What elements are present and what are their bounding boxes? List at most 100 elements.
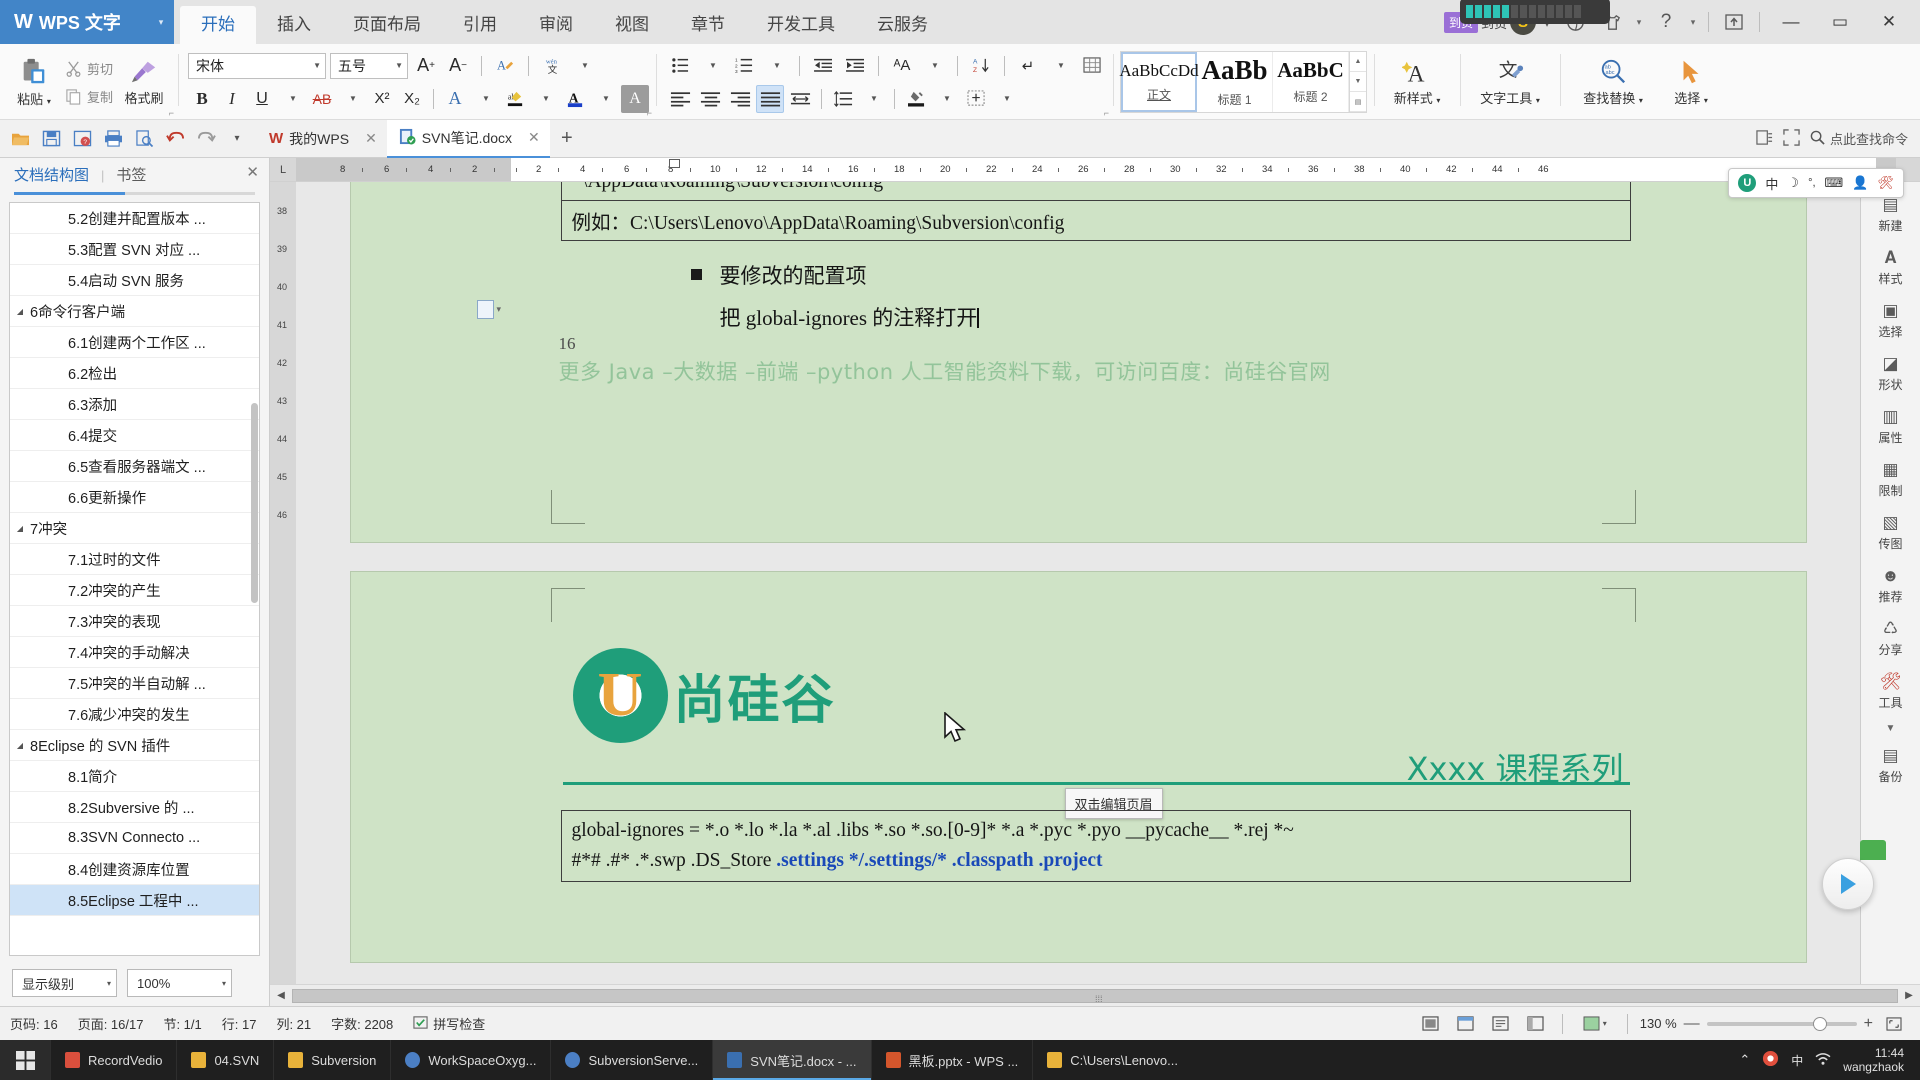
document-canvas[interactable]: ~\AppData\Roaming\Subversion\config 例如：C…	[296, 182, 1860, 984]
zoom-slider-handle[interactable]	[1812, 1016, 1827, 1031]
close-button[interactable]: ✕	[1866, 0, 1912, 44]
document-page-16[interactable]: ~\AppData\Roaming\Subversion\config 例如：C…	[350, 182, 1806, 542]
app-logo[interactable]: W WPS 文字	[0, 0, 148, 44]
outline-item[interactable]: 6.5查看服务器端文 ...	[10, 451, 259, 482]
highlight-color-icon[interactable]: ab	[501, 85, 529, 113]
paste-button[interactable]: 粘贴 ▾	[7, 49, 61, 115]
outline-item[interactable]: ◢ 8Eclipse 的 SVN 插件	[10, 730, 259, 761]
ribbon-tab-review[interactable]: 审阅	[518, 6, 594, 44]
outline-item[interactable]: 6.4提交	[10, 420, 259, 451]
hscroll-thumb[interactable]: ⁞⁞⁞	[292, 988, 1898, 1004]
text-outline-button[interactable]: A	[441, 85, 469, 113]
outline-item[interactable]: 8.3SVN Connecto ...	[10, 823, 259, 854]
media-tab-icon[interactable]	[1860, 840, 1886, 860]
redo-icon[interactable]	[192, 125, 220, 153]
bold-button[interactable]: B	[188, 85, 216, 113]
highlight-caret-icon[interactable]: ▼	[531, 85, 559, 113]
style-heading-1[interactable]: AaBb 标题 1	[1197, 52, 1274, 112]
close-icon[interactable]: ✕	[246, 163, 259, 181]
ime-tray-label[interactable]: 中	[1791, 1052, 1803, 1069]
outline-item[interactable]: 7.3冲突的表现	[10, 606, 259, 637]
ribbon-tab-home[interactable]: 开始	[180, 6, 256, 44]
bullets-caret-icon[interactable]: ▼	[698, 52, 726, 80]
strikethrough-button[interactable]: AB	[308, 85, 336, 113]
underline-caret-icon[interactable]: ▼	[278, 85, 306, 113]
text-outline-caret-icon[interactable]: ▼	[471, 85, 499, 113]
find-replace-button[interactable]: ab abc 查找替换 ▾	[1567, 49, 1659, 115]
ime-mode-label[interactable]: 中	[1765, 174, 1778, 193]
save-icon[interactable]	[37, 125, 65, 153]
font-name-combo[interactable]: 宋体 ▼	[188, 52, 327, 79]
example-path-box[interactable]: 例如：C:\Users\Lenovo\AppData\Roaming\Subve…	[560, 200, 1631, 241]
shrink-font-button[interactable]: A −	[444, 52, 472, 80]
taskbar-item[interactable]: 04.SVN	[176, 1040, 273, 1080]
outline-item[interactable]: 5.3配置 SVN 对应 ...	[10, 234, 259, 265]
document-page-17[interactable]: 尚硅谷 Xxxx 课程系列 双击编辑页眉 global-ignores = *.…	[350, 572, 1806, 962]
outline-item[interactable]: 6.3添加	[10, 389, 259, 420]
text-tools-button[interactable]: 文 文字工具 ▾	[1467, 49, 1553, 115]
show-marks-caret-icon[interactable]: ▼	[1046, 52, 1074, 80]
taskpane-upload-image[interactable]: ▧ 传图	[1862, 506, 1920, 559]
taskpane-select[interactable]: ▣ 选择	[1862, 294, 1920, 347]
outline-list[interactable]: 5.2创建并配置版本 ... 5.3配置 SVN 对应 ... 5.4启动 SV…	[9, 202, 260, 956]
outline-item[interactable]: 6.1创建两个工作区 ...	[10, 327, 259, 358]
character-shading-button[interactable]: A	[621, 84, 650, 113]
floating-notification-badge[interactable]	[1460, 0, 1610, 24]
align-justify-icon[interactable]	[756, 84, 785, 113]
ribbon-tab-developer[interactable]: 开发工具	[746, 6, 856, 44]
outline-item[interactable]: 7.6减少冲突的发生	[10, 699, 259, 730]
display-level-combo[interactable]: 显示级别 ▾	[12, 969, 117, 997]
hscroll-right-icon[interactable]: ▶	[1898, 985, 1920, 1007]
outline-item[interactable]: 6.2检出	[10, 358, 259, 389]
ribbon-tab-view[interactable]: 视图	[594, 6, 670, 44]
clear-format-icon[interactable]: A	[491, 52, 519, 80]
style-scroll-down-icon[interactable]: ▼	[1350, 72, 1367, 92]
outline-scrollbar-thumb[interactable]	[251, 403, 258, 603]
pinyin-char-caret-icon[interactable]: ▼	[920, 52, 948, 80]
underline-button[interactable]: U	[248, 85, 276, 113]
taskbar-item[interactable]: C:\Users\Lenovo...	[1032, 1040, 1192, 1080]
ribbon-tab-page-layout[interactable]: 页面布局	[332, 6, 442, 44]
ribbon-tab-references[interactable]: 引用	[442, 6, 518, 44]
keyboard-icon[interactable]: ⌨	[1825, 175, 1844, 191]
nav-tab-bookmarks[interactable]: 书签	[116, 164, 146, 187]
browser-icon[interactable]	[1762, 1050, 1779, 1070]
taskbar-item[interactable]: SubversionServe...	[550, 1040, 712, 1080]
taskpane-tools[interactable]: 🛠 工具	[1862, 665, 1920, 718]
font-size-combo[interactable]: 五号 ▼	[330, 52, 409, 79]
borders-caret-icon[interactable]: ▼	[992, 85, 1020, 113]
font-color-caret-icon[interactable]: ▼	[591, 85, 619, 113]
outline-item-selected[interactable]: 8.5Eclipse 工程中 ...	[10, 885, 259, 916]
taskbar-item[interactable]: Subversion	[273, 1040, 390, 1080]
taskpane-shapes[interactable]: ◪ 形状	[1862, 347, 1920, 400]
shirt-caret-icon[interactable]: ▾	[1632, 5, 1646, 39]
doc-tab-svn-notes-close[interactable]: ✕	[528, 129, 540, 146]
outline-item[interactable]: 7.2冲突的产生	[10, 575, 259, 606]
align-left-icon[interactable]	[666, 85, 694, 113]
taskbar-clock[interactable]: 11:44 wangzhaok	[1843, 1046, 1910, 1075]
fit-page-icon[interactable]	[1880, 1012, 1908, 1036]
line-spacing-caret-icon[interactable]: ▼	[859, 85, 887, 113]
tray-expand-caret-icon[interactable]: ⌃	[1739, 1052, 1750, 1068]
zoom-slider[interactable]	[1706, 1016, 1857, 1031]
superscript-button[interactable]: X²	[368, 85, 396, 113]
strikethrough-caret-icon[interactable]: ▼	[338, 85, 366, 113]
decrease-indent-icon[interactable]	[809, 52, 837, 80]
grow-font-button[interactable]: A +	[412, 52, 440, 80]
select-button[interactable]: 选择 ▾	[1659, 49, 1723, 115]
nav-tab-outline[interactable]: 文档结构图	[14, 164, 89, 187]
ribbon-tab-cloud[interactable]: 云服务	[856, 6, 949, 44]
bullet-config-item[interactable]: 要修改的配置项 把 global-ignores 的注释打开	[690, 260, 979, 332]
emoji-icon[interactable]: °,	[1808, 177, 1815, 189]
outline-item[interactable]: 7.4冲突的手动解决	[10, 637, 259, 668]
user-icon[interactable]: 👤	[1852, 175, 1868, 191]
taskbar-item[interactable]: WorkSpaceOxyg...	[390, 1040, 550, 1080]
new-style-button[interactable]: A 新样式 ▾	[1381, 49, 1453, 115]
outline-item[interactable]: 5.4启动 SVN 服务	[10, 265, 259, 296]
show-marks-icon[interactable]: ↵	[1014, 52, 1042, 80]
hscroll-left-icon[interactable]: ◀	[270, 985, 292, 1007]
pinyin-char-icon[interactable]: ᴬA	[888, 52, 916, 80]
doc-tab-my-wps-close[interactable]: ✕	[365, 130, 377, 147]
page-color-button[interactable]: ▾	[1575, 1012, 1615, 1036]
minimize-button[interactable]: —	[1768, 0, 1814, 44]
